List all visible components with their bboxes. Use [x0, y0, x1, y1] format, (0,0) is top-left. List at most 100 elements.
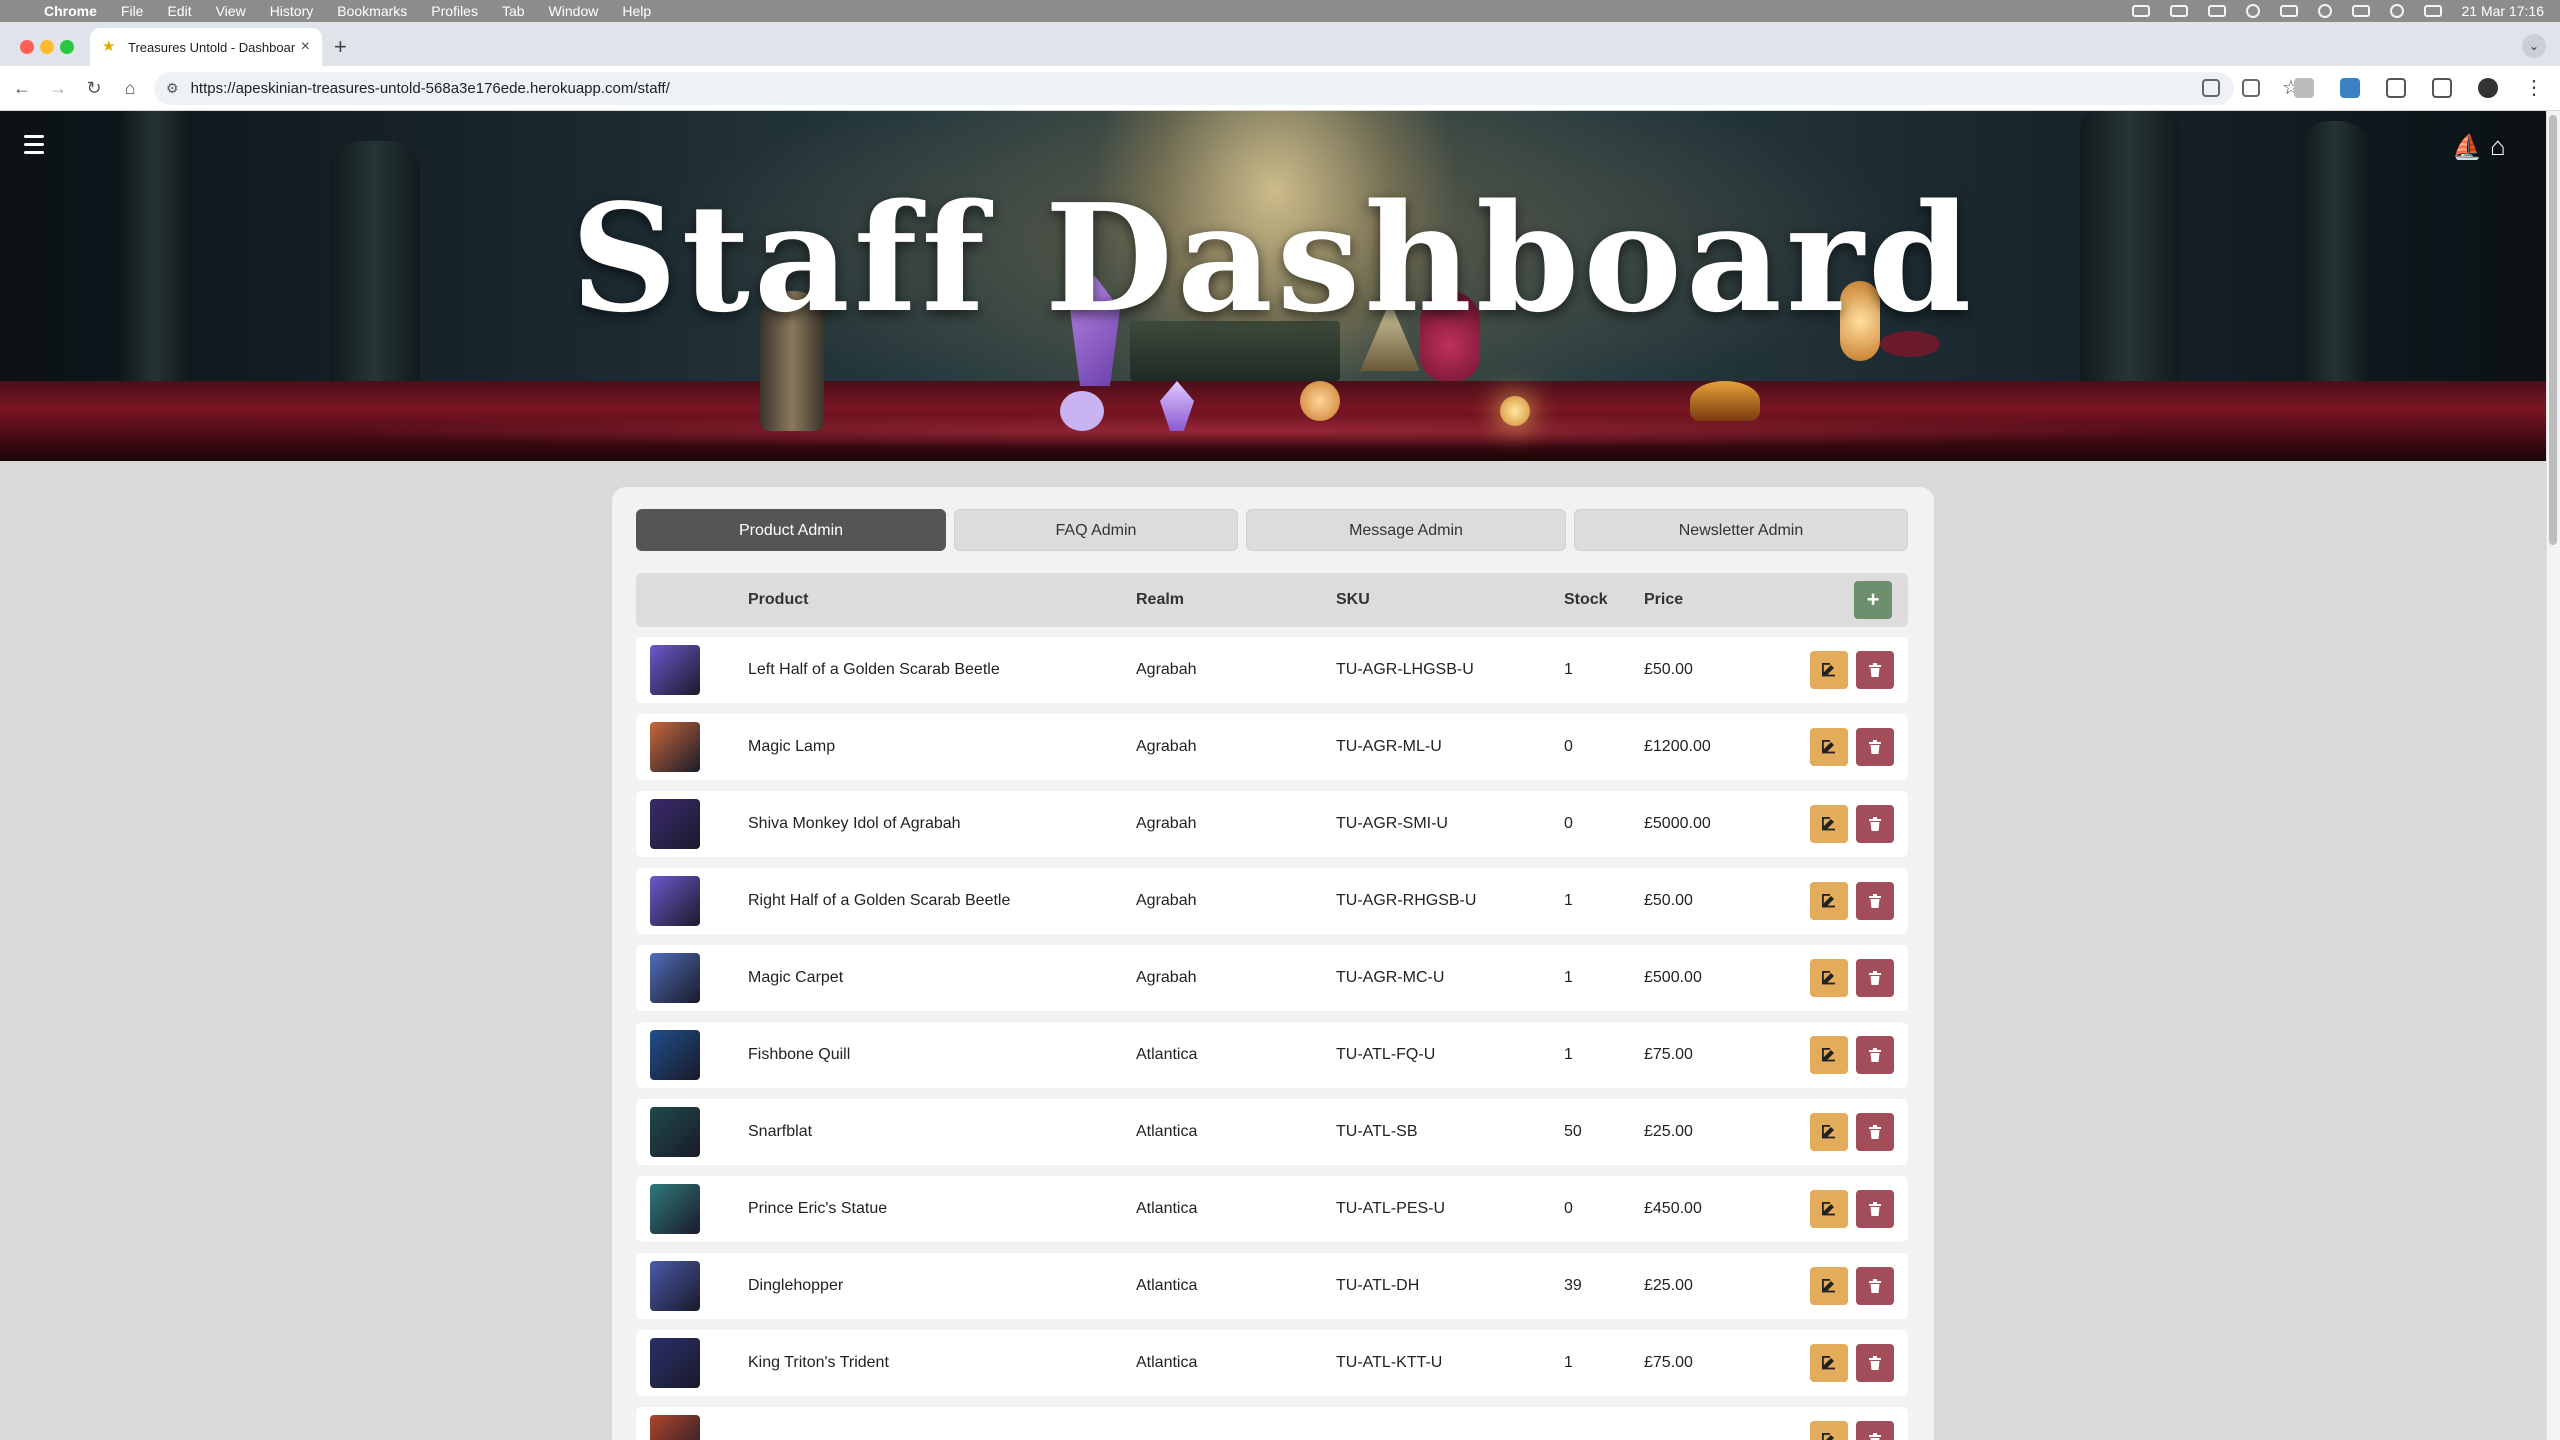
menu-file[interactable]: File	[121, 3, 144, 19]
screenshot-icon[interactable]	[2432, 78, 2452, 98]
wifi-icon[interactable]	[2389, 4, 2404, 18]
trash-icon	[1869, 971, 1881, 985]
tab-search-chevron-icon[interactable]: ⌄	[2522, 34, 2546, 58]
address-bar-url: https://apeskinian-treasures-untold-568a…	[190, 80, 670, 97]
product-realm: Agrabah	[1136, 815, 1197, 832]
menu-help[interactable]: Help	[622, 3, 651, 19]
menu-window[interactable]: Window	[549, 3, 599, 19]
edit-button[interactable]	[1810, 805, 1848, 843]
scrollbar-thumb[interactable]	[2549, 115, 2557, 545]
product-thumbnail[interactable]	[650, 799, 700, 849]
delete-button[interactable]	[1856, 1113, 1894, 1151]
delete-button[interactable]	[1856, 651, 1894, 689]
delete-button[interactable]	[1856, 1344, 1894, 1382]
hamburger-menu-icon[interactable]	[24, 135, 44, 155]
record-status-icon[interactable]	[2317, 4, 2332, 18]
address-bar[interactable]: ⚙ https://apeskinian-treasures-untold-56…	[154, 72, 2234, 105]
delete-button[interactable]	[1856, 805, 1894, 843]
menu-bookmarks[interactable]: Bookmarks	[337, 3, 407, 19]
basket-icon[interactable]: ⌂	[2490, 131, 2506, 162]
banner-table-sheen	[300, 413, 2200, 449]
product-sku: TU-AGR-SMI-U	[1336, 815, 1448, 832]
edit-button[interactable]	[1810, 1421, 1848, 1440]
calendar-status-icon[interactable]	[2207, 5, 2226, 17]
cast-status-icon[interactable]	[2279, 5, 2298, 17]
new-tab-icon[interactable]: +	[334, 34, 347, 60]
tab-message-admin[interactable]: Message Admin	[1246, 509, 1566, 551]
product-sku: TU-AGR-MC-U	[1336, 969, 1445, 986]
product-thumbnail[interactable]	[650, 645, 700, 695]
delete-button[interactable]	[1856, 1036, 1894, 1074]
site-info-icon[interactable]: ⚙	[166, 80, 179, 97]
product-thumbnail[interactable]	[650, 953, 700, 1003]
control-center-icon[interactable]	[2423, 5, 2442, 17]
delete-button[interactable]	[1856, 728, 1894, 766]
forward-arrow-icon[interactable]: →	[46, 76, 70, 100]
browser-menu-icon[interactable]: ⋮	[2524, 78, 2544, 98]
product-stock: 0	[1564, 815, 1573, 832]
edit-button[interactable]	[1810, 1344, 1848, 1382]
edit-button[interactable]	[1810, 959, 1848, 997]
table-row: Magic Lamp Agrabah TU-AGR-ML-U 0 £1200.0…	[636, 714, 1908, 780]
edit-button[interactable]	[1810, 1036, 1848, 1074]
delete-button[interactable]	[1856, 1190, 1894, 1228]
edit-button[interactable]	[1810, 1190, 1848, 1228]
product-thumbnail[interactable]	[650, 1338, 700, 1388]
product-thumbnail[interactable]	[650, 1184, 700, 1234]
card-icon[interactable]	[2242, 79, 2260, 97]
eye-slash-icon[interactable]	[2202, 79, 2220, 97]
cloud-status-icon[interactable]	[2131, 5, 2150, 17]
battery-icon[interactable]	[2351, 5, 2370, 17]
menu-view[interactable]: View	[216, 3, 246, 19]
page-scrollbar[interactable]	[2546, 111, 2560, 1440]
edit-button[interactable]	[1810, 651, 1848, 689]
product-thumbnail[interactable]	[650, 722, 700, 772]
menu-profiles[interactable]: Profiles	[431, 3, 478, 19]
product-thumbnail[interactable]	[650, 1030, 700, 1080]
profile-avatar-icon[interactable]	[2478, 78, 2498, 98]
table-row: Fishbone Quill Atlantica TU-ATL-FQ-U 1 £…	[636, 1022, 1908, 1088]
product-realm: Agrabah	[1136, 738, 1197, 755]
menu-tab[interactable]: Tab	[502, 3, 525, 19]
page-viewport: Staff Dashboard ⛵ ⌂ Product Admin FAQ Ad…	[0, 111, 2546, 1440]
extension-icon[interactable]	[2340, 78, 2360, 98]
product-realm: Agrabah	[1136, 661, 1197, 678]
extensions-puzzle-icon[interactable]	[2386, 78, 2406, 98]
back-arrow-icon[interactable]: ←	[10, 76, 34, 100]
trash-icon	[1869, 1356, 1881, 1370]
tab-faq-admin[interactable]: FAQ Admin	[954, 509, 1238, 551]
product-thumbnail[interactable]	[650, 1107, 700, 1157]
product-thumbnail[interactable]	[650, 1261, 700, 1311]
delete-button[interactable]	[1856, 1267, 1894, 1305]
menu-bar-clock[interactable]: 21 Mar 17:16	[2462, 3, 2545, 19]
delete-button[interactable]	[1856, 959, 1894, 997]
sync-status-icon[interactable]	[2245, 4, 2260, 18]
delete-button[interactable]	[1856, 882, 1894, 920]
tab-newsletter-admin[interactable]: Newsletter Admin	[1574, 509, 1908, 551]
menu-edit[interactable]: Edit	[167, 3, 191, 19]
edit-button[interactable]	[1810, 1267, 1848, 1305]
add-product-button[interactable]: +	[1854, 581, 1892, 619]
tab-close-icon[interactable]: ×	[301, 38, 310, 56]
product-thumbnail[interactable]	[650, 876, 700, 926]
window-close-button[interactable]	[20, 40, 34, 54]
window-zoom-button[interactable]	[60, 40, 74, 54]
edit-button[interactable]	[1810, 882, 1848, 920]
notion-status-icon[interactable]	[2169, 5, 2188, 17]
window-minimize-button[interactable]	[40, 40, 54, 54]
browser-tab-active[interactable]: ★ Treasures Untold - Dashboard ×	[90, 28, 322, 66]
edit-button[interactable]	[1810, 728, 1848, 766]
reload-icon[interactable]: ↻	[82, 76, 106, 100]
trash-icon	[1869, 817, 1881, 831]
menu-history[interactable]: History	[270, 3, 314, 19]
menu-app-name[interactable]: Chrome	[44, 3, 97, 19]
home-icon[interactable]: ⌂	[118, 76, 142, 100]
account-icon[interactable]: ⛵	[2452, 133, 2482, 162]
edit-button[interactable]	[1810, 1113, 1848, 1151]
product-thumbnail[interactable]	[650, 1415, 700, 1440]
edit-icon	[1822, 1356, 1835, 1370]
extension-icon[interactable]	[2294, 78, 2314, 98]
tab-product-admin[interactable]: Product Admin	[636, 509, 946, 551]
delete-button[interactable]	[1856, 1421, 1894, 1440]
product-price: £5000.00	[1644, 815, 1711, 832]
